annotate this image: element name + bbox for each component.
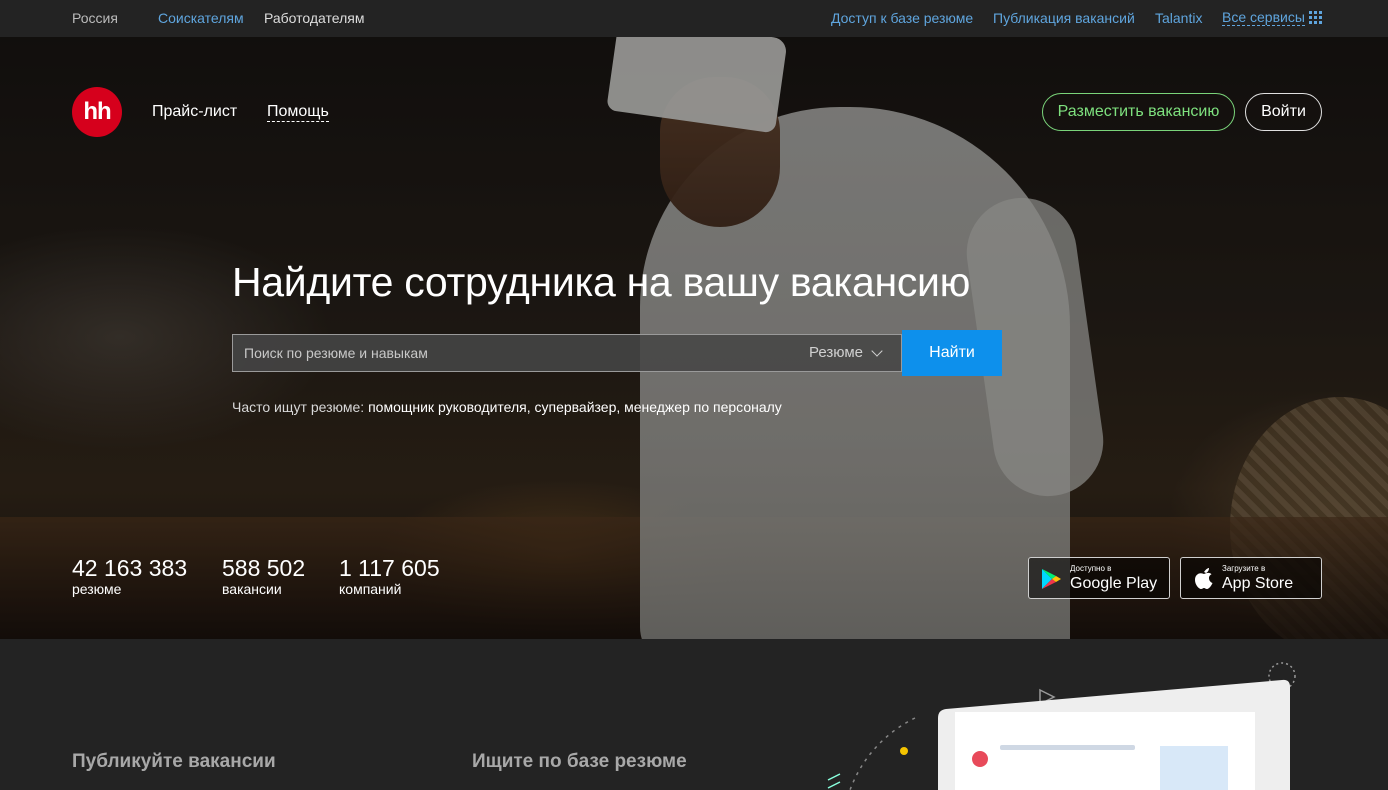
stat-value: 1 117 605 [339, 555, 440, 581]
resume-access-link[interactable]: Доступ к базе резюме [831, 10, 973, 26]
search-input[interactable] [233, 335, 793, 371]
google-play-badge[interactable]: Доступно в Google Play [1028, 557, 1170, 599]
region-selector[interactable]: Россия [72, 10, 118, 26]
app-store-caption: Загрузите в [1222, 564, 1266, 573]
stat-label: вакансии [222, 581, 282, 597]
search-resume-db-heading: Ищите по базе резюме [472, 751, 687, 772]
find-button[interactable]: Найти [902, 330, 1002, 376]
top-bar: Россия Соискателям Работодателям Доступ … [0, 0, 1388, 37]
stat-vacancies: 588 502 вакансии [222, 555, 305, 597]
login-button[interactable]: Войти [1245, 93, 1322, 131]
apple-icon [1195, 568, 1213, 589]
stat-resumes: 42 163 383 резюме [72, 555, 187, 597]
price-list-link[interactable]: Прайс-лист [152, 103, 237, 121]
search-type-select[interactable]: Резюме [809, 344, 863, 361]
popular-searches-links[interactable]: помощник руководителя, супервайзер, мене… [368, 399, 782, 415]
popular-searches: Часто ищут резюме: помощник руководителя… [232, 399, 782, 415]
stat-value: 588 502 [222, 555, 306, 581]
seekers-link[interactable]: Соискателям [158, 10, 244, 26]
all-services-link[interactable]: Все сервисы [1222, 10, 1305, 26]
app-store-badge[interactable]: Загрузите в App Store [1180, 557, 1322, 599]
search-bar: Резюме [232, 334, 902, 372]
popular-searches-label: Часто ищут резюме: [232, 399, 365, 415]
stat-companies: 1 117 605 компаний [339, 555, 440, 597]
vacancy-publish-link[interactable]: Публикация вакансий [993, 10, 1135, 26]
hero-title: Найдите сотрудника на вашу вакансию [232, 259, 971, 305]
chevron-down-icon[interactable] [871, 345, 883, 357]
stat-value: 42 163 383 [72, 555, 188, 581]
google-play-title: Google Play [1070, 575, 1158, 592]
hero-banner: hh Прайс-лист Помощь Разместить вакансию… [0, 37, 1388, 639]
app-store-title: App Store [1222, 575, 1294, 592]
google-play-caption: Доступно в [1070, 564, 1112, 573]
stat-label: резюме [72, 581, 122, 597]
grid-icon[interactable] [1309, 11, 1322, 24]
post-vacancy-button[interactable]: Разместить вакансию [1042, 93, 1235, 131]
help-link[interactable]: Помощь [267, 103, 329, 122]
laptop-illustration [827, 662, 1296, 790]
google-play-icon [1042, 569, 1061, 589]
employers-link[interactable]: Работодателям [264, 10, 365, 26]
talantix-link[interactable]: Talantix [1155, 10, 1202, 26]
publish-vacancies-heading: Публикуйте вакансии [72, 751, 276, 772]
hh-logo[interactable]: hh [72, 87, 122, 137]
stat-label: компаний [339, 581, 402, 597]
